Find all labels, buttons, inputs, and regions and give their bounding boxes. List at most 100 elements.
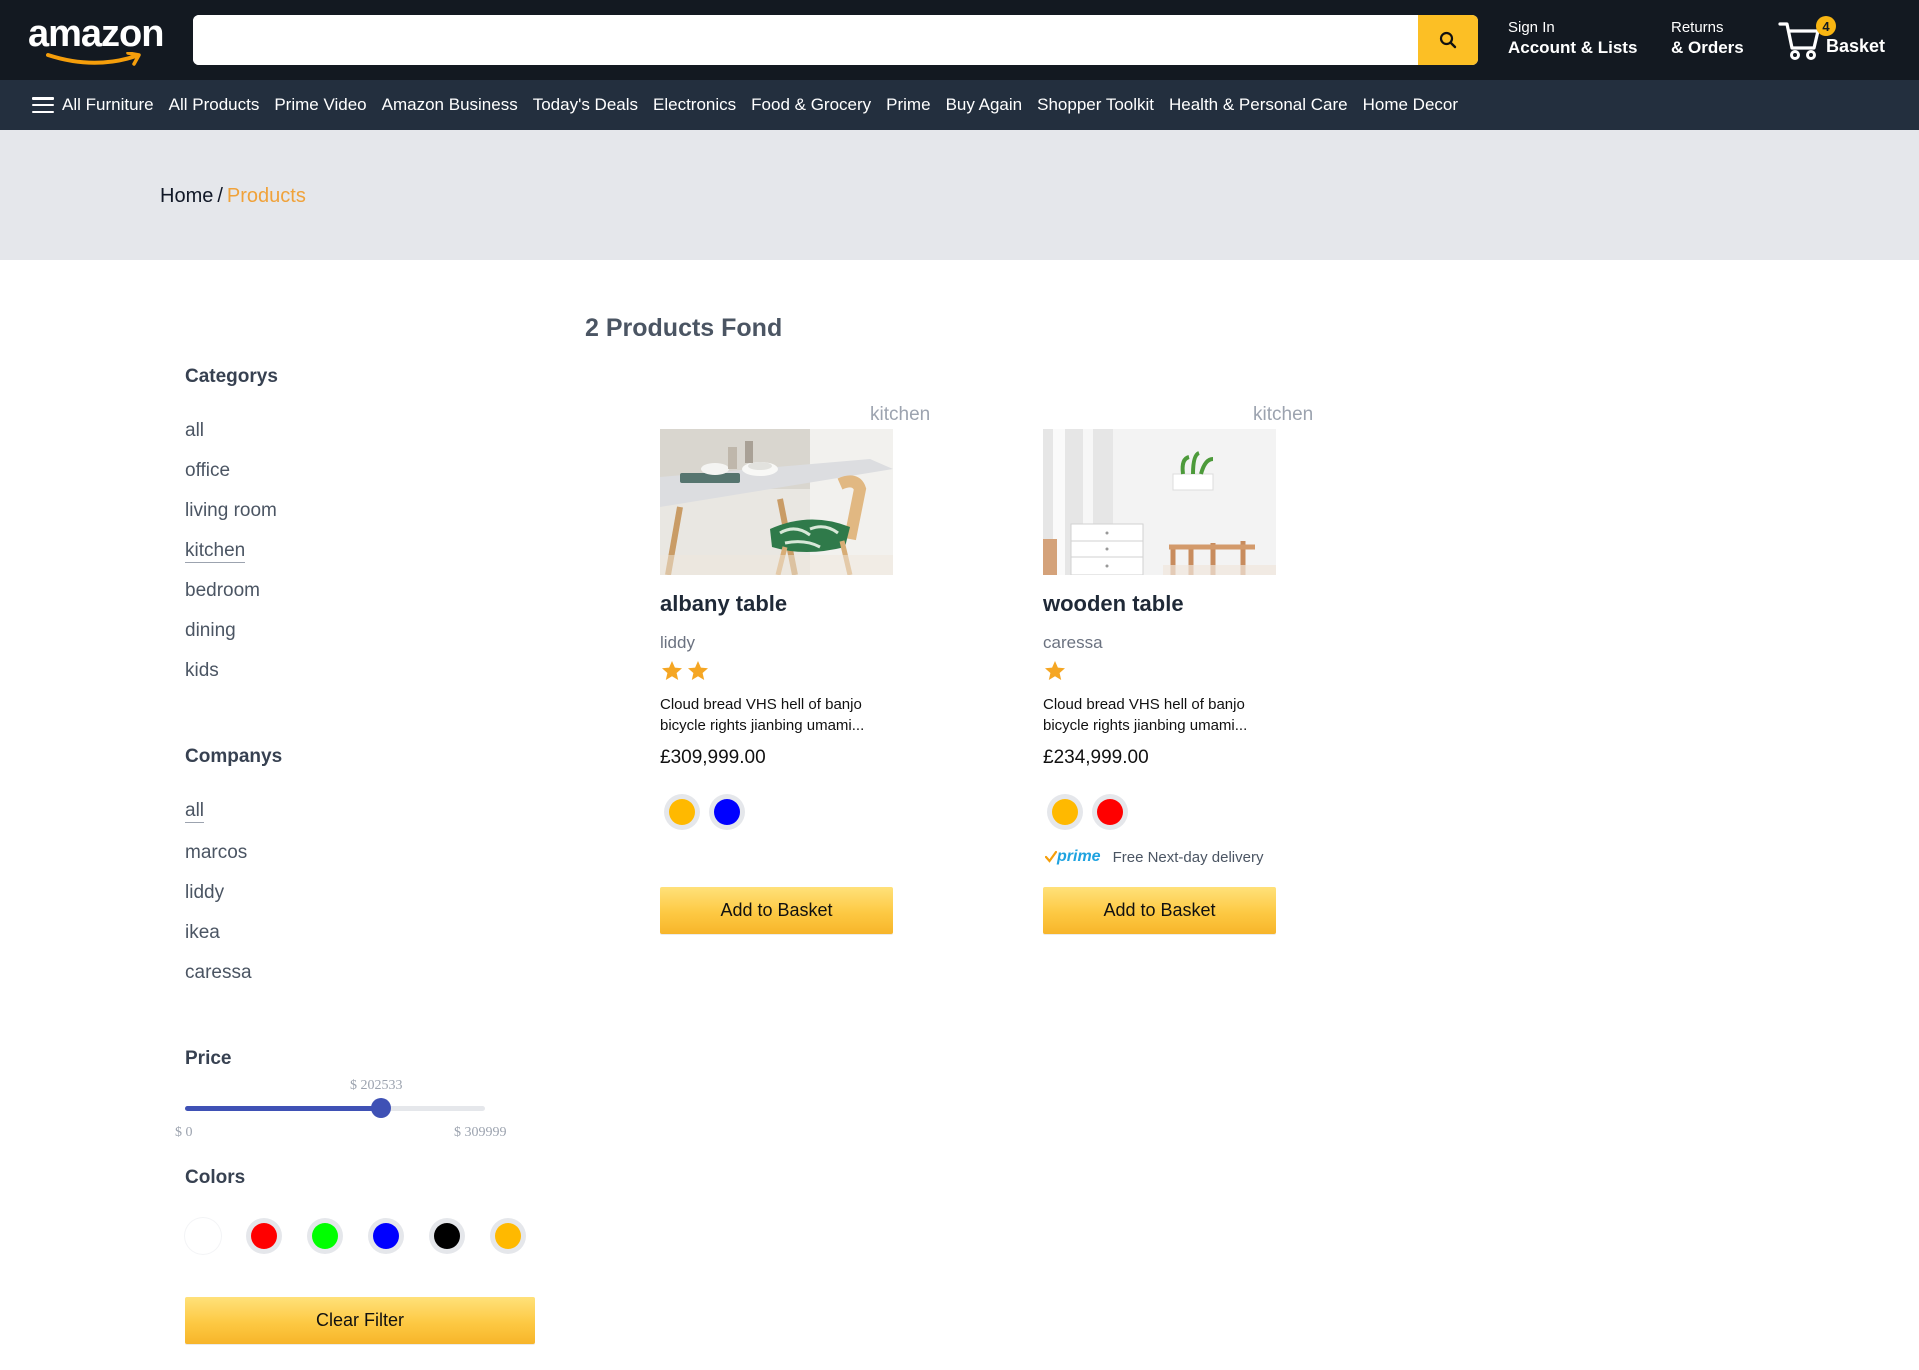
account-lists-link[interactable]: Sign In Account & Lists	[1508, 19, 1637, 59]
category-living-room[interactable]: living room	[185, 500, 277, 522]
color-dot	[251, 1223, 277, 1249]
nav-item-amazon-business[interactable]: Amazon Business	[382, 95, 518, 115]
clear-filter-button[interactable]: Clear Filter	[185, 1297, 535, 1344]
results-count: 2 Products Fond	[585, 314, 783, 342]
nav-item-todays-deals[interactable]: Today's Deals	[533, 95, 638, 115]
logo-text: amazon	[28, 13, 164, 55]
nav-item-buy-again[interactable]: Buy Again	[946, 95, 1023, 115]
product-description-line: Cloud bread VHS hell of banjo	[660, 696, 862, 713]
add-to-basket-button[interactable]: Add to Basket	[660, 887, 893, 934]
orders-label: & Orders	[1671, 38, 1744, 57]
color-swatch-white[interactable]	[185, 1218, 221, 1254]
nav-item-prime-video[interactable]: Prime Video	[274, 95, 366, 115]
category-all[interactable]: all	[185, 420, 204, 442]
breadcrumb-current: Products	[226, 185, 306, 207]
color-dot	[312, 1223, 338, 1249]
product-color-swatch-yellow[interactable]	[1047, 794, 1083, 830]
check-icon	[1045, 851, 1057, 863]
color-dot	[1097, 799, 1123, 825]
product-card: kitchen wooden table caressa Cloud bread…	[1043, 404, 1343, 934]
price-slider[interactable]	[185, 1098, 485, 1118]
price-slider-thumb[interactable]	[371, 1098, 391, 1118]
color-swatch-red[interactable]	[246, 1218, 282, 1254]
company-liddy[interactable]: liddy	[185, 882, 224, 904]
basket-button[interactable]: 4 Basket	[1778, 16, 1908, 64]
menu-hamburger-icon[interactable]	[32, 97, 54, 113]
nav-item-prime[interactable]: Prime	[886, 95, 930, 115]
nav-item-shopper-toolkit[interactable]: Shopper Toolkit	[1037, 95, 1154, 115]
sign-in-label: Sign In	[1508, 19, 1555, 36]
breadcrumb-home-link[interactable]: Home	[160, 185, 213, 207]
product-rating	[660, 659, 712, 683]
product-name[interactable]: wooden table	[1043, 591, 1184, 617]
nav-item-food-grocery[interactable]: Food & Grocery	[751, 95, 871, 115]
product-brand: caressa	[1043, 633, 1103, 652]
breadcrumb-separator: /	[217, 185, 223, 207]
search-input[interactable]	[193, 15, 1418, 65]
prime-logo-text: prime	[1057, 848, 1101, 865]
nav-item-home-decor[interactable]: Home Decor	[1363, 95, 1458, 115]
nav-bar: All Furniture All Products Prime Video A…	[0, 80, 1919, 130]
categories-heading: Categorys	[185, 366, 278, 387]
product-description-line: Cloud bread VHS hell of banjo	[1043, 696, 1245, 713]
colors-heading: Colors	[185, 1167, 246, 1188]
category-kitchen[interactable]: kitchen	[185, 540, 246, 563]
product-description: Cloud bread VHS hell of banjo bicycle ri…	[660, 694, 910, 736]
category-office[interactable]: office	[185, 460, 230, 482]
basket-label: Basket	[1826, 36, 1886, 56]
returns-orders-link[interactable]: Returns & Orders	[1671, 19, 1744, 59]
product-price: £309,999.00	[660, 747, 766, 768]
company-ikea[interactable]: ikea	[185, 922, 220, 944]
category-dining[interactable]: dining	[185, 620, 236, 642]
product-color-swatch-yellow[interactable]	[664, 794, 700, 830]
color-swatch-green[interactable]	[307, 1218, 343, 1254]
search-bar	[193, 15, 1478, 65]
basket-count-badge: 4	[1816, 16, 1836, 36]
breadcrumb-band: Home / Products	[0, 130, 1919, 260]
price-slider-fill	[185, 1106, 381, 1111]
price-heading: Price	[185, 1048, 232, 1069]
color-dot	[373, 1223, 399, 1249]
price-max-label: $ 309999	[454, 1125, 507, 1140]
category-kids[interactable]: kids	[185, 660, 219, 682]
product-rating	[1043, 659, 1069, 683]
product-category: kitchen	[870, 404, 931, 425]
nav-item-all-furniture[interactable]: All Furniture	[62, 95, 154, 115]
color-swatch-yellow[interactable]	[490, 1218, 526, 1254]
add-to-basket-button[interactable]: Add to Basket	[1043, 887, 1276, 934]
search-button[interactable]	[1418, 15, 1478, 65]
product-color-swatch-blue[interactable]	[709, 794, 745, 830]
product-card: kitchen albany table liddy Cloud bread V…	[660, 404, 960, 934]
company-marcos[interactable]: marcos	[185, 842, 247, 864]
nav-item-all-products[interactable]: All Products	[169, 95, 260, 115]
breadcrumb: Home / Products	[160, 185, 306, 208]
company-caressa[interactable]: caressa	[185, 962, 252, 984]
category-bedroom[interactable]: bedroom	[185, 580, 260, 602]
color-dot	[714, 799, 740, 825]
star-icon	[1045, 661, 1065, 680]
company-all[interactable]: all	[185, 800, 205, 823]
price-current-value: $ 202533	[350, 1078, 403, 1093]
companies-heading: Companys	[185, 746, 283, 767]
product-color-options	[664, 794, 754, 830]
color-dot	[434, 1223, 460, 1249]
color-dot	[669, 799, 695, 825]
product-description-line: bicycle rights jianbing umami...	[660, 717, 865, 734]
star-icon	[688, 661, 708, 680]
prime-logo: prime	[1045, 848, 1101, 866]
color-swatch-blue[interactable]	[368, 1218, 404, 1254]
nav-item-electronics[interactable]: Electronics	[653, 95, 736, 115]
product-image[interactable]	[660, 429, 893, 575]
color-swatch-black[interactable]	[429, 1218, 465, 1254]
product-category: kitchen	[1253, 404, 1314, 425]
nav-item-health-personal-care[interactable]: Health & Personal Care	[1169, 95, 1348, 115]
product-brand: liddy	[660, 633, 695, 652]
product-color-swatch-red[interactable]	[1092, 794, 1128, 830]
amazon-logo[interactable]: amazon	[28, 14, 172, 66]
product-image[interactable]	[1043, 429, 1276, 575]
star-icon	[662, 661, 682, 680]
prime-delivery-text: Free Next-day delivery	[1112, 848, 1264, 866]
prime-delivery: prime Free Next-day delivery	[1045, 848, 1263, 866]
product-name[interactable]: albany table	[660, 591, 787, 617]
product-description-line: bicycle rights jianbing umami...	[1043, 717, 1248, 734]
